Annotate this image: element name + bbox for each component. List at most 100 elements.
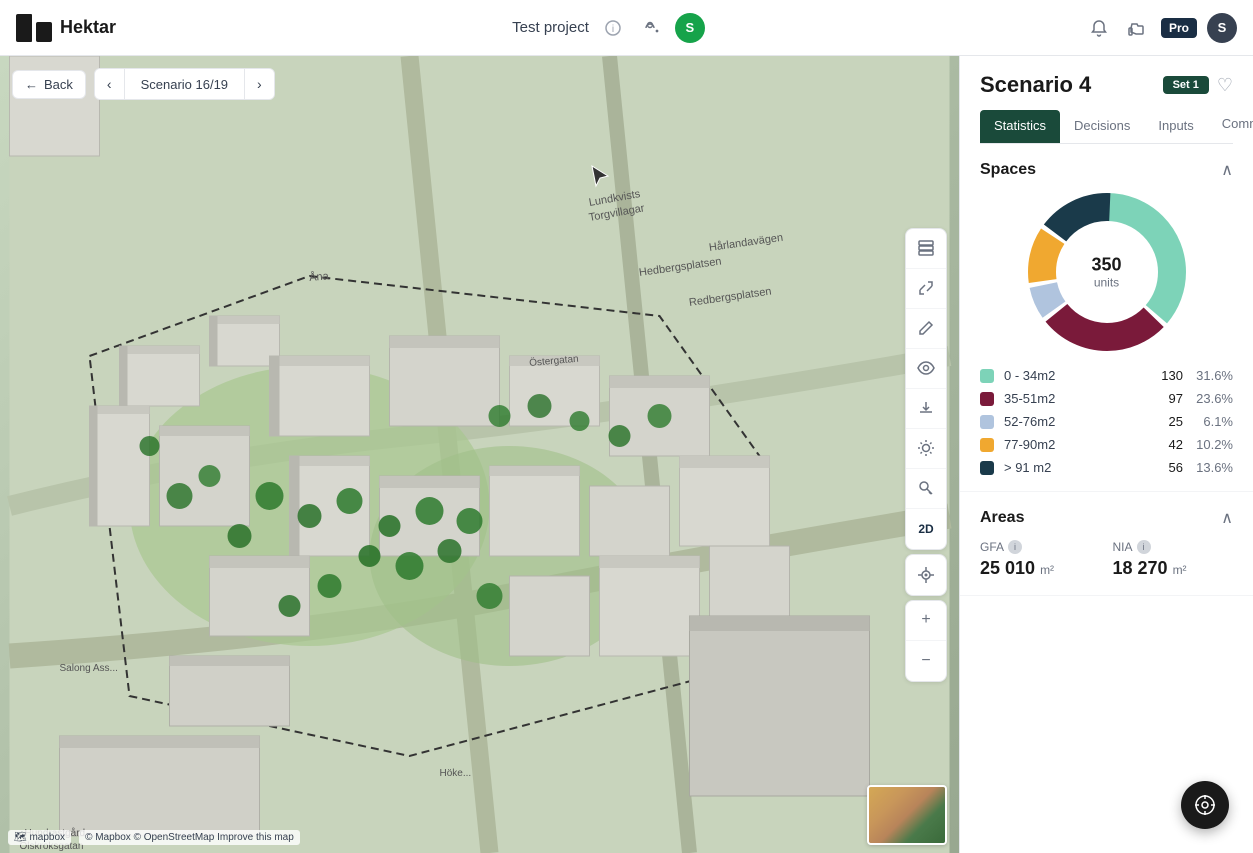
donut-chart-container: 350 units (980, 192, 1233, 352)
panel-tabs: Statistics Decisions Inputs Comments (980, 110, 1233, 144)
map-bottom: 🗺 mapbox © Mapbox © OpenStreetMap Improv… (8, 830, 300, 845)
map-background: Lundkvists Torgvillagar Hårlandavägen He… (0, 56, 959, 853)
legend-count-1: 97 (1155, 391, 1183, 406)
zoom-controls: + − (905, 600, 947, 682)
locate-button[interactable] (906, 555, 946, 595)
project-info-button[interactable]: i (599, 14, 627, 42)
zoom-in-icon: + (921, 611, 930, 629)
legend-list: 0 - 34m2 130 31.6% 35-51m2 97 23.6% 52-7… (980, 368, 1233, 475)
download-button[interactable] (906, 389, 946, 429)
areas-collapse-button[interactable]: ∧ (1221, 508, 1233, 528)
zoom-in-button[interactable]: + (906, 601, 946, 641)
svg-text:Åna: Åna (309, 269, 331, 284)
spaces-section: Spaces ∧ (960, 144, 1253, 492)
legend-item-4: > 91 m2 56 13.6% (980, 460, 1233, 475)
scenario-next-button[interactable]: › (244, 69, 274, 99)
legend-color-2 (980, 415, 994, 429)
legend-pct-3: 10.2% (1193, 437, 1233, 452)
locate-group (905, 554, 947, 596)
areas-section: Areas ∧ GFA i 25 010 m² (960, 492, 1253, 596)
add-user-button[interactable] (637, 14, 665, 42)
favorite-button[interactable]: ♡ (1217, 75, 1233, 96)
main-content: Lundkvists Torgvillagar Hårlandavägen He… (0, 56, 1253, 853)
map-area[interactable]: Lundkvists Torgvillagar Hårlandavägen He… (0, 56, 959, 853)
spaces-section-header: Spaces ∧ (980, 160, 1233, 180)
tab-comments[interactable]: Comments (1208, 110, 1253, 143)
panel-title-actions: Set 1 ♡ (1163, 75, 1233, 96)
zoom-out-icon: − (921, 652, 930, 670)
area-gfa-label: GFA i (980, 540, 1101, 554)
panel-title: Scenario 4 (980, 72, 1091, 98)
legend-pct-4: 13.6% (1193, 460, 1233, 475)
set-badge: Set 1 (1163, 76, 1209, 94)
fab-button[interactable] (1181, 781, 1229, 829)
back-button[interactable]: ← Back (12, 70, 86, 99)
legend-count-2: 25 (1155, 414, 1183, 429)
legend-item-0: 0 - 34m2 130 31.6% (980, 368, 1233, 383)
zoom-out-button[interactable]: − (906, 641, 946, 681)
panel-header: Scenario 4 Set 1 ♡ Statistics Decisions … (960, 56, 1253, 144)
current-user-avatar[interactable]: S (675, 13, 705, 43)
svg-text:Salong Ass...: Salong Ass... (60, 663, 118, 674)
legend-count-0: 130 (1155, 368, 1183, 383)
donut-value: 350 (1091, 255, 1121, 276)
right-panel: Scenario 4 Set 1 ♡ Statistics Decisions … (959, 56, 1253, 853)
donut-chart: 350 units (1027, 192, 1187, 352)
tab-decisions[interactable]: Decisions (1060, 110, 1144, 143)
areas-section-header: Areas ∧ (980, 508, 1233, 528)
scenario-label: Scenario 16/19 (125, 70, 244, 99)
scenario-navigator: ‹ Scenario 16/19 › (94, 68, 275, 100)
visibility-button[interactable] (906, 349, 946, 389)
map-top-controls: ← Back ‹ Scenario 16/19 › (12, 68, 275, 100)
legend-pct-2: 6.1% (1193, 414, 1233, 429)
fab-icon (1194, 794, 1216, 816)
legend-label-3: 77-90m2 (1004, 437, 1145, 452)
top-navigation: Hektar Test project i S Pro S (0, 0, 1253, 56)
layers-button[interactable] (906, 229, 946, 269)
legend-count-3: 42 (1155, 437, 1183, 452)
toolbar-main-group: 2D (905, 228, 947, 550)
sun-button[interactable] (906, 429, 946, 469)
logo-icon (16, 14, 52, 42)
expand-button[interactable] (906, 269, 946, 309)
thumbnail-image (869, 787, 945, 843)
legend-label-0: 0 - 34m2 (1004, 368, 1145, 383)
donut-unit: units (1091, 276, 1121, 290)
like-button[interactable] (1123, 14, 1151, 42)
back-label: Back (44, 77, 73, 92)
area-gfa-value: 25 010 m² (980, 558, 1101, 579)
key-button[interactable] (906, 469, 946, 509)
scenario-prev-button[interactable]: ‹ (95, 69, 125, 99)
tab-inputs[interactable]: Inputs (1144, 110, 1207, 143)
legend-label-4: > 91 m2 (1004, 460, 1145, 475)
edit-button[interactable] (906, 309, 946, 349)
spaces-collapse-button[interactable]: ∧ (1221, 160, 1233, 180)
svg-text:i: i (612, 24, 614, 35)
logo-area: Hektar (16, 14, 116, 42)
legend-pct-1: 23.6% (1193, 391, 1233, 406)
areas-title: Areas (980, 509, 1024, 527)
back-arrow-icon: ← (25, 77, 38, 92)
areas-grid: GFA i 25 010 m² NIA i 18 270 m (980, 540, 1233, 579)
spaces-title: Spaces (980, 161, 1036, 179)
legend-item-1: 35-51m2 97 23.6% (980, 391, 1233, 406)
donut-label: 350 units (1091, 255, 1121, 290)
area-gfa: GFA i 25 010 m² (980, 540, 1101, 579)
project-name: Test project (512, 19, 589, 36)
legend-count-4: 56 (1155, 460, 1183, 475)
toggle-2d-button[interactable]: 2D (906, 509, 946, 549)
legend-color-3 (980, 438, 994, 452)
nav-right: Pro S (1085, 13, 1237, 43)
gfa-info-icon[interactable]: i (1008, 540, 1022, 554)
legend-item-2: 52-76m2 25 6.1% (980, 414, 1233, 429)
legend-color-1 (980, 392, 994, 406)
map-toolbar: 2D + − (905, 228, 947, 682)
map-thumbnail[interactable] (867, 785, 947, 845)
pro-badge: Pro (1161, 18, 1197, 38)
tab-statistics[interactable]: Statistics (980, 110, 1060, 143)
panel-body: Spaces ∧ (960, 144, 1253, 853)
profile-avatar[interactable]: S (1207, 13, 1237, 43)
notifications-button[interactable] (1085, 14, 1113, 42)
nia-info-icon[interactable]: i (1137, 540, 1151, 554)
map-attribution: © Mapbox © OpenStreetMap Improve this ma… (79, 830, 300, 845)
